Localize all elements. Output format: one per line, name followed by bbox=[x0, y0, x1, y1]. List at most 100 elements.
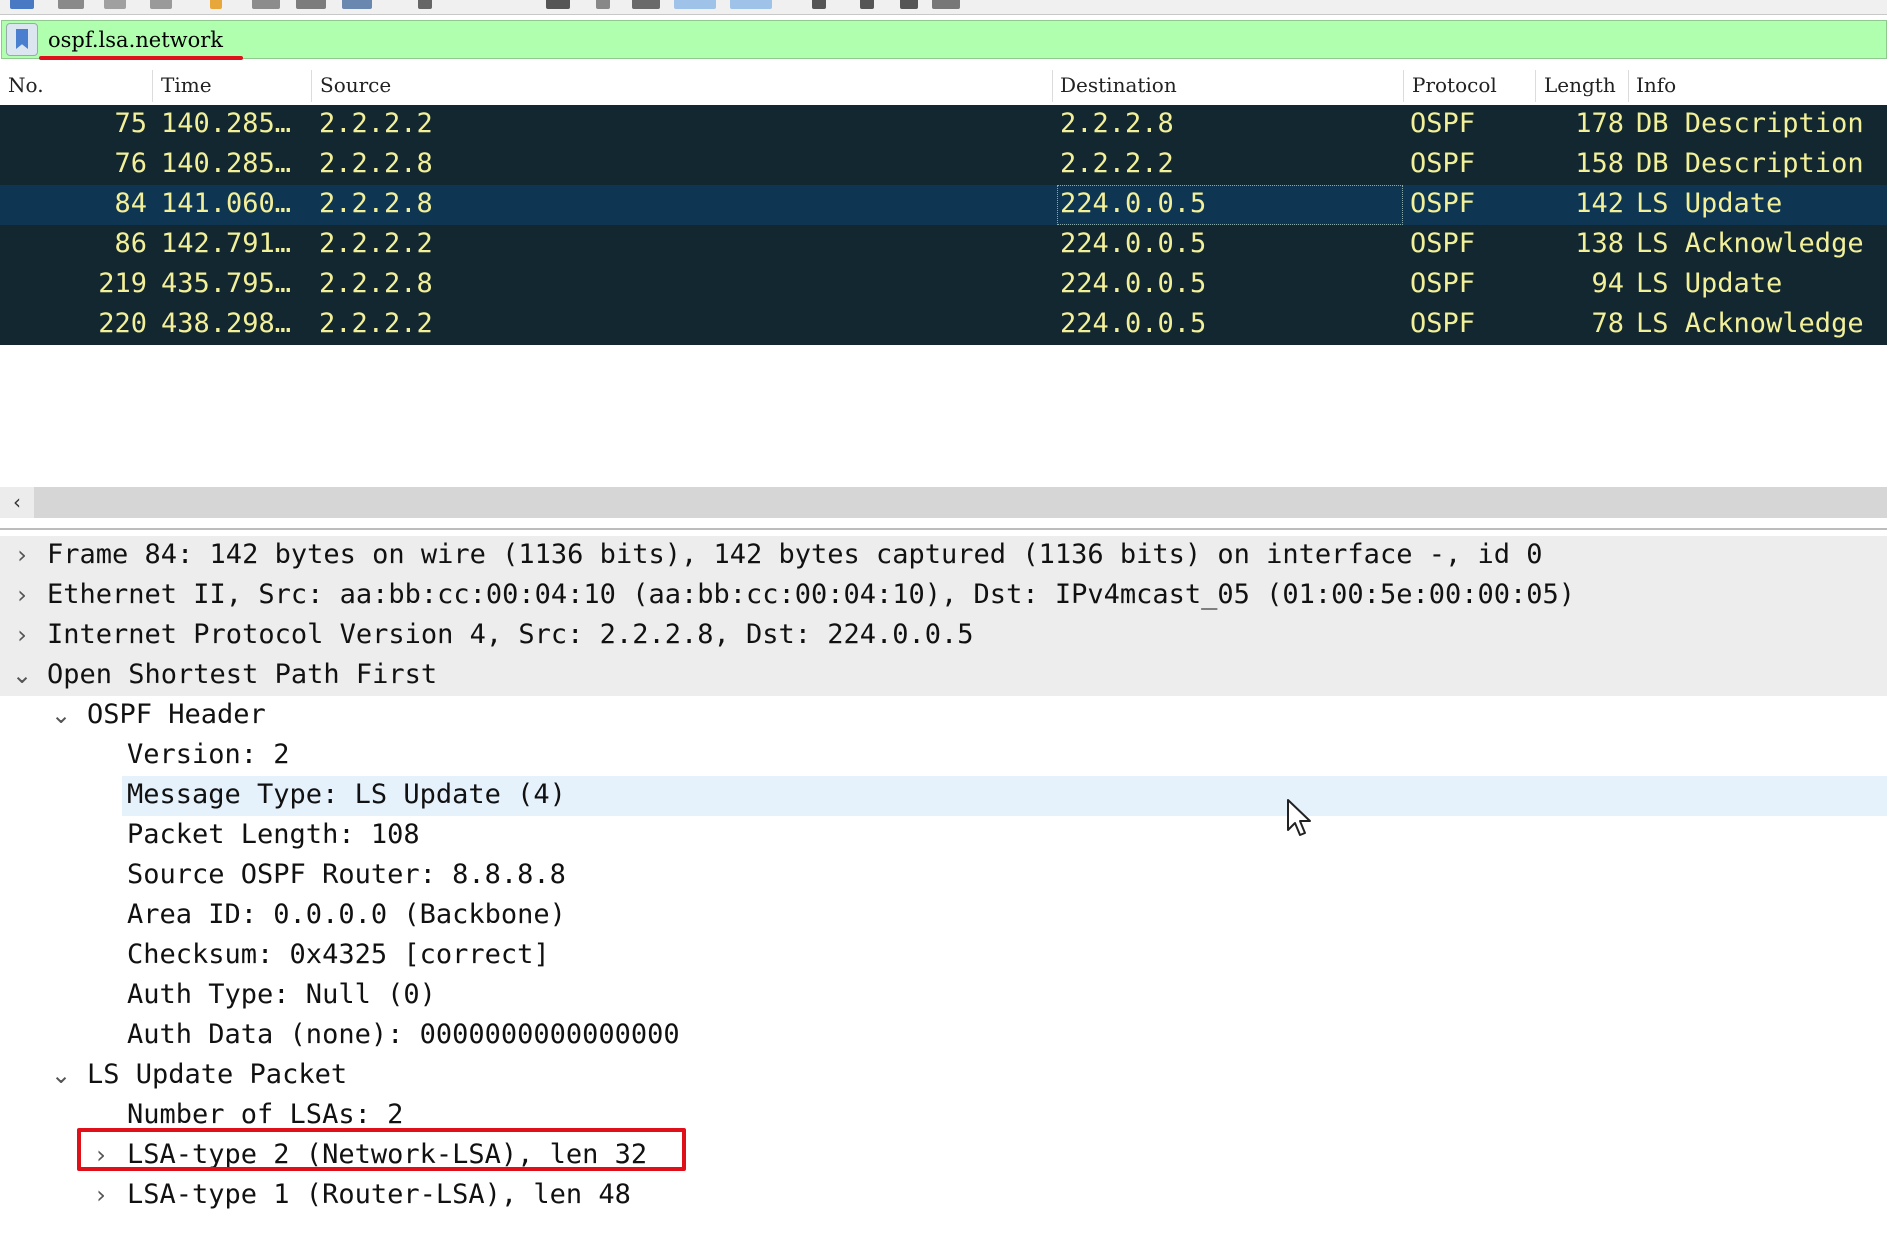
chevron-down-icon[interactable]: ⌄ bbox=[10, 663, 34, 687]
tree-item-frame[interactable]: › Frame 84: 142 bytes on wire (1136 bits… bbox=[0, 536, 1887, 576]
auto-scroll-icon[interactable] bbox=[596, 0, 610, 9]
packet-info: LS Update bbox=[1636, 268, 1783, 299]
packet-row[interactable]: 220 438.298… 2.2.2.2 224.0.0.5 OSPF 78 L… bbox=[0, 305, 1887, 345]
packet-time: 140.285… bbox=[161, 148, 292, 179]
tree-item-ethernet[interactable]: › Ethernet II, Src: aa:bb:cc:00:04:10 (a… bbox=[0, 576, 1887, 616]
column-separator[interactable] bbox=[311, 70, 312, 102]
tree-item-auth-type[interactable]: Auth Type: Null (0) bbox=[0, 976, 1887, 1016]
column-header-destination[interactable]: Destination bbox=[1060, 73, 1177, 97]
tree-item-ls-update-packet[interactable]: ⌄ LS Update Packet bbox=[0, 1056, 1887, 1096]
packet-source: 2.2.2.2 bbox=[319, 228, 433, 259]
chevron-right-icon[interactable]: › bbox=[89, 1183, 113, 1207]
bookmark-flag-icon bbox=[16, 29, 28, 49]
tree-item-packet-length[interactable]: Packet Length: 108 bbox=[0, 816, 1887, 856]
chevron-left-icon[interactable]: ‹ bbox=[0, 487, 34, 518]
go-to-packet-icon[interactable] bbox=[342, 0, 372, 9]
normal-size-icon[interactable] bbox=[812, 0, 826, 9]
packet-length: 178 bbox=[1575, 108, 1624, 139]
go-forward-icon[interactable] bbox=[296, 0, 326, 9]
chevron-down-icon[interactable]: ⌄ bbox=[49, 1063, 73, 1087]
tree-item-source-router[interactable]: Source OSPF Router: 8.8.8.8 bbox=[0, 856, 1887, 896]
tree-item-auth-data[interactable]: Auth Data (none): 0000000000000000 bbox=[0, 1016, 1887, 1056]
packet-destination: 224.0.0.5 bbox=[1060, 308, 1207, 339]
packet-no: 219 bbox=[98, 268, 147, 299]
save-file-icon[interactable] bbox=[58, 0, 84, 9]
packet-source: 2.2.2.8 bbox=[319, 148, 433, 179]
tree-item-label: LSA-type 1 (Router-LSA), len 48 bbox=[127, 1179, 631, 1210]
column-separator[interactable] bbox=[1628, 70, 1629, 102]
pane-splitter[interactable] bbox=[0, 528, 1887, 530]
lsa-annotation-box bbox=[77, 1128, 686, 1171]
chevron-right-icon[interactable]: › bbox=[10, 543, 34, 567]
packet-info: DB Description bbox=[1636, 108, 1864, 139]
chevron-right-icon[interactable]: › bbox=[10, 583, 34, 607]
collapse-all-icon[interactable] bbox=[932, 0, 960, 9]
packet-no: 76 bbox=[114, 148, 147, 179]
column-header-length[interactable]: Length bbox=[1544, 73, 1616, 97]
tree-item-lsa-router[interactable]: › LSA-type 1 (Router-LSA), len 48 bbox=[0, 1176, 1887, 1216]
packet-source: 2.2.2.8 bbox=[319, 188, 433, 219]
go-back-icon[interactable] bbox=[252, 0, 280, 9]
packet-destination: 224.0.0.5 bbox=[1060, 268, 1207, 299]
packet-row-selected[interactable]: 84 141.060… 2.2.2.8 224.0.0.5 OSPF 142 L… bbox=[0, 185, 1887, 225]
packet-info: LS Update bbox=[1636, 188, 1783, 219]
packet-row[interactable]: 75 140.285… 2.2.2.2 2.2.2.8 OSPF 178 DB … bbox=[0, 105, 1887, 145]
packet-length: 138 bbox=[1575, 228, 1624, 259]
display-filter-input[interactable] bbox=[48, 25, 648, 55]
column-separator[interactable] bbox=[1403, 70, 1404, 102]
column-header-info[interactable]: Info bbox=[1636, 73, 1676, 97]
column-header-protocol[interactable]: Protocol bbox=[1412, 73, 1497, 97]
reload-icon[interactable] bbox=[150, 0, 172, 9]
chevron-down-icon[interactable]: ⌄ bbox=[49, 703, 73, 727]
tree-item-area-id[interactable]: Area ID: 0.0.0.0 (Backbone) bbox=[0, 896, 1887, 936]
packet-info: LS Acknowledge bbox=[1636, 308, 1864, 339]
chevron-right-icon[interactable]: › bbox=[10, 623, 34, 647]
bookmark-icon[interactable] bbox=[6, 23, 38, 56]
packet-no: 220 bbox=[98, 308, 147, 339]
tree-item-ipv4[interactable]: › Internet Protocol Version 4, Src: 2.2.… bbox=[0, 616, 1887, 656]
column-header-source[interactable]: Source bbox=[320, 73, 391, 97]
close-file-icon[interactable] bbox=[104, 0, 126, 9]
expand-all-icon[interactable] bbox=[900, 0, 918, 9]
tree-item-version[interactable]: Version: 2 bbox=[0, 736, 1887, 776]
resize-columns-icon[interactable] bbox=[860, 0, 874, 9]
tree-item-ospf[interactable]: ⌄ Open Shortest Path First bbox=[0, 656, 1887, 696]
packet-list-horizontal-scrollbar[interactable]: ‹ bbox=[0, 487, 1887, 518]
column-separator[interactable] bbox=[1052, 70, 1053, 102]
open-file-icon[interactable] bbox=[10, 0, 34, 9]
packet-time: 140.285… bbox=[161, 108, 292, 139]
packet-row[interactable]: 86 142.791… 2.2.2.2 224.0.0.5 OSPF 138 L… bbox=[0, 225, 1887, 265]
packet-protocol: OSPF bbox=[1410, 188, 1476, 219]
find-packet-icon[interactable] bbox=[210, 0, 222, 9]
tree-item-label: LS Update Packet bbox=[87, 1059, 348, 1090]
tree-item-label: Auth Data (none): 0000000000000000 bbox=[127, 1019, 680, 1050]
tree-item-label: Message Type: LS Update (4) bbox=[127, 779, 566, 810]
column-header-no[interactable]: No. bbox=[8, 73, 44, 97]
packet-length: 94 bbox=[1591, 268, 1624, 299]
column-header-time[interactable]: Time bbox=[161, 73, 212, 97]
tree-item-label: OSPF Header bbox=[87, 699, 266, 730]
packet-destination: 224.0.0.5 bbox=[1060, 228, 1207, 259]
zoom-out-icon[interactable] bbox=[730, 0, 772, 9]
column-separator[interactable] bbox=[152, 70, 153, 102]
packet-no: 86 bbox=[114, 228, 147, 259]
mouse-cursor-icon bbox=[1287, 799, 1311, 836]
packet-length: 158 bbox=[1575, 148, 1624, 179]
tree-item-label: Auth Type: Null (0) bbox=[127, 979, 436, 1010]
packet-no: 75 bbox=[114, 108, 147, 139]
tree-item-ospf-header[interactable]: ⌄ OSPF Header bbox=[0, 696, 1887, 736]
colorize-icon[interactable] bbox=[632, 0, 660, 9]
tree-item-message-type[interactable]: Message Type: LS Update (4) bbox=[122, 776, 1887, 816]
tree-item-label: Checksum: 0x4325 [correct] bbox=[127, 939, 550, 970]
last-packet-icon[interactable] bbox=[546, 0, 570, 9]
packet-no: 84 bbox=[114, 188, 147, 219]
packet-info: DB Description bbox=[1636, 148, 1864, 179]
first-packet-icon[interactable] bbox=[418, 0, 432, 9]
packet-row[interactable]: 76 140.285… 2.2.2.8 2.2.2.2 OSPF 158 DB … bbox=[0, 145, 1887, 185]
column-separator[interactable] bbox=[1535, 70, 1536, 102]
zoom-in-icon[interactable] bbox=[674, 0, 716, 9]
tree-item-checksum[interactable]: Checksum: 0x4325 [correct] bbox=[0, 936, 1887, 976]
packet-row[interactable]: 219 435.795… 2.2.2.8 224.0.0.5 OSPF 94 L… bbox=[0, 265, 1887, 305]
tree-item-label: Packet Length: 108 bbox=[127, 819, 420, 850]
tree-item-label: Internet Protocol Version 4, Src: 2.2.2.… bbox=[47, 619, 974, 650]
